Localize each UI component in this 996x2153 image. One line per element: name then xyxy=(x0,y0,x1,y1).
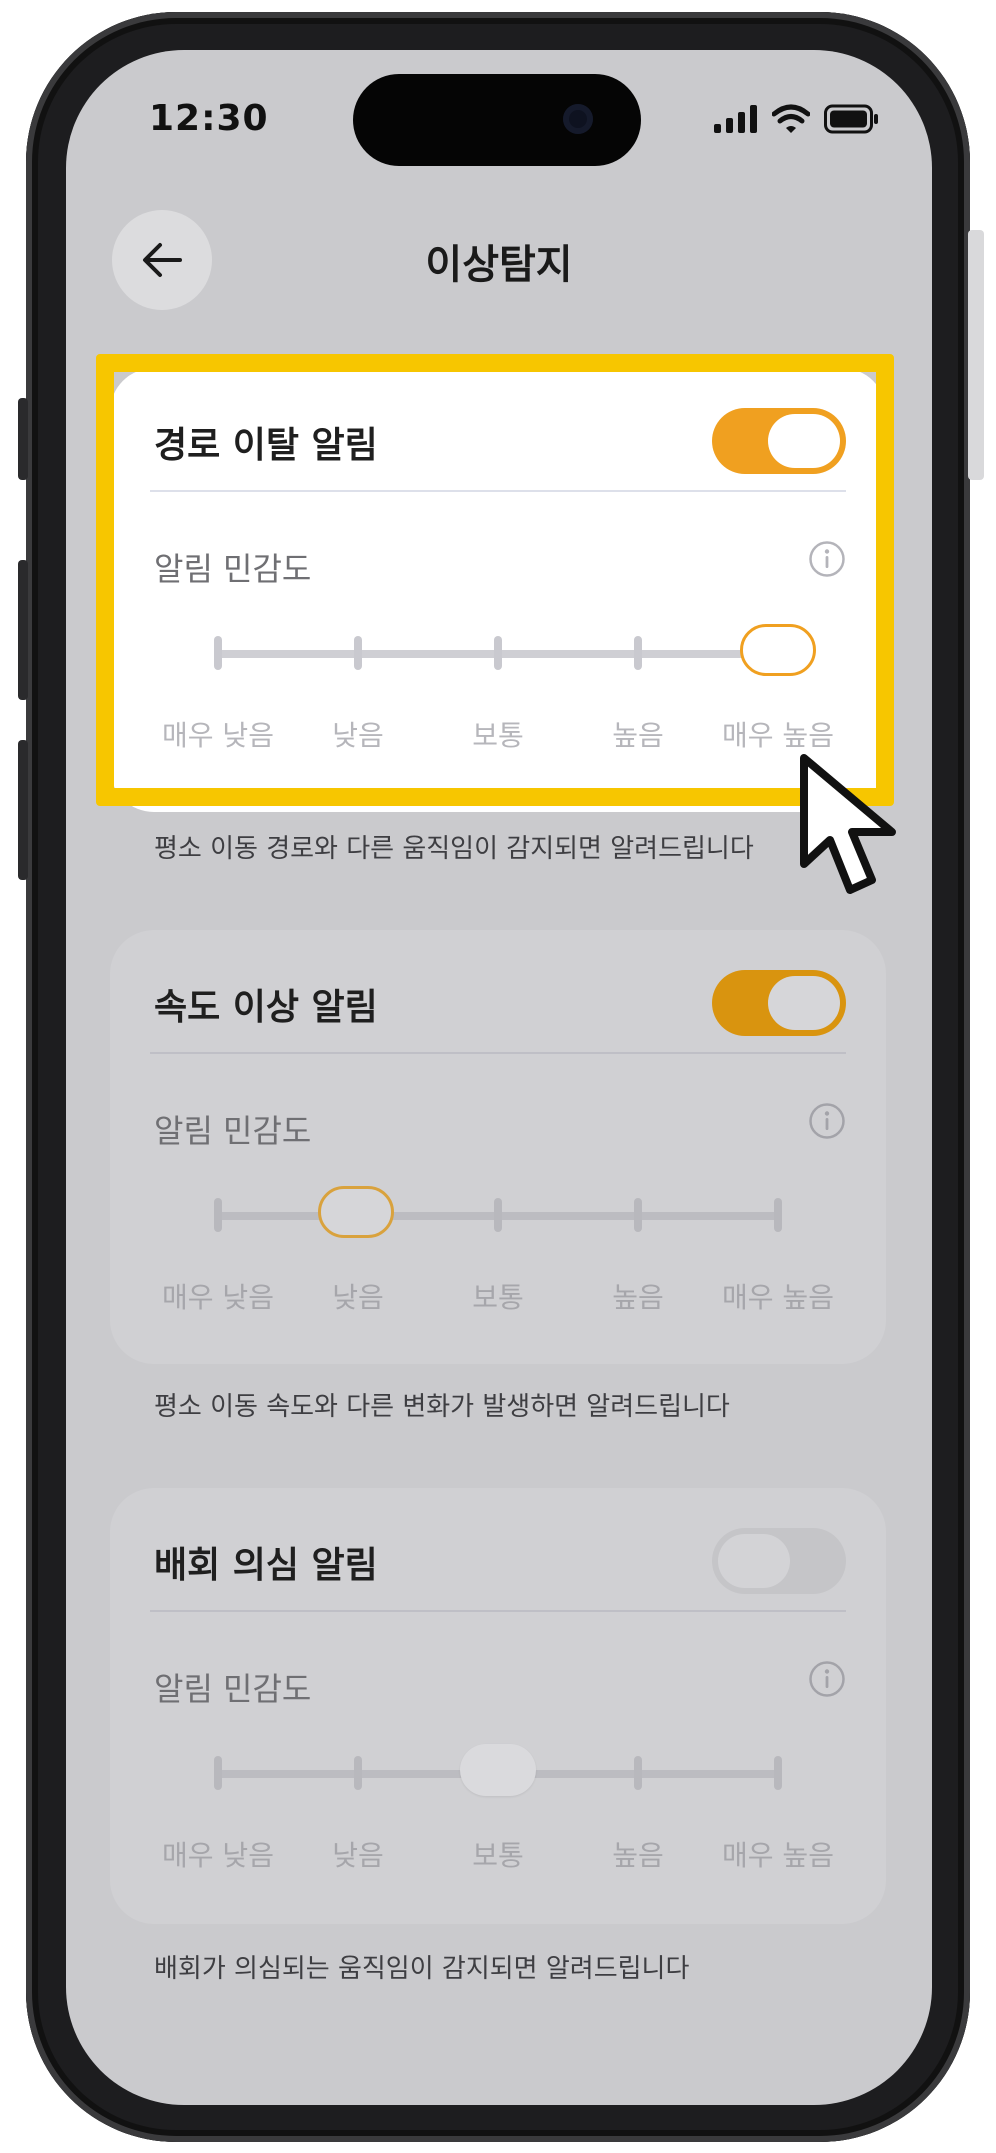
slider-tick xyxy=(774,1198,782,1232)
speed-anomaly-card: 속도 이상 알림 알림 민감도 매우 낮음 낮음 보통 높음 매우 높음 xyxy=(110,930,886,1364)
wandering-card: 배회 의심 알림 알림 민감도 매우 낮음 낮음 보통 높음 매우 높음 xyxy=(110,1488,886,1924)
slider-tick xyxy=(634,1756,642,1790)
section-description: 배회가 의심되는 움직임이 감지되면 알려드립니다 xyxy=(154,1954,690,1984)
slider-tick xyxy=(494,1198,502,1232)
front-camera xyxy=(563,104,593,134)
slider-tick xyxy=(774,1756,782,1790)
speed-anomaly-toggle[interactable] xyxy=(712,970,846,1036)
toggle-knob xyxy=(768,976,840,1030)
divider xyxy=(150,1610,846,1612)
slider-tick xyxy=(214,1198,222,1232)
battery-icon xyxy=(824,104,878,134)
action-button xyxy=(18,398,28,480)
sensitivity-slider-thumb[interactable] xyxy=(318,1186,394,1238)
status-time: 12:30 xyxy=(149,98,269,139)
info-icon[interactable] xyxy=(808,1102,846,1140)
section-title: 속도 이상 알림 xyxy=(154,987,378,1028)
section-title: 배회 의심 알림 xyxy=(154,1545,378,1586)
volume-up-button xyxy=(18,560,28,700)
power-button xyxy=(968,230,984,480)
wifi-icon xyxy=(772,104,810,133)
sensitivity-label: 알림 민감도 xyxy=(154,1670,312,1708)
slider-tick xyxy=(214,1756,222,1790)
sensitivity-slider-thumb[interactable] xyxy=(460,1744,536,1796)
cellular-signal-icon xyxy=(714,105,757,133)
slider-tick xyxy=(354,1756,362,1790)
page-title: 이상탐지 xyxy=(425,242,573,288)
section-description: 평소 이동 경로와 다른 움직임이 감지되면 알려드립니다 xyxy=(154,834,754,864)
divider xyxy=(150,1052,846,1054)
toggle-knob xyxy=(718,1534,790,1588)
section-description: 평소 이동 속도와 다른 변화가 발생하면 알려드립니다 xyxy=(154,1392,730,1422)
status-icons xyxy=(714,102,880,136)
wandering-toggle[interactable] xyxy=(712,1528,846,1594)
sensitivity-label: 알림 민감도 xyxy=(154,1112,312,1150)
focus-highlight xyxy=(96,354,894,806)
step-label: 매우 높음 xyxy=(722,1281,834,1314)
volume-down-button xyxy=(18,740,28,880)
slider-tick xyxy=(634,1198,642,1232)
dynamic-island xyxy=(353,74,641,166)
info-icon[interactable] xyxy=(808,1660,846,1698)
mouse-cursor-icon xyxy=(800,754,896,894)
step-label: 매우 높음 xyxy=(722,1839,834,1872)
